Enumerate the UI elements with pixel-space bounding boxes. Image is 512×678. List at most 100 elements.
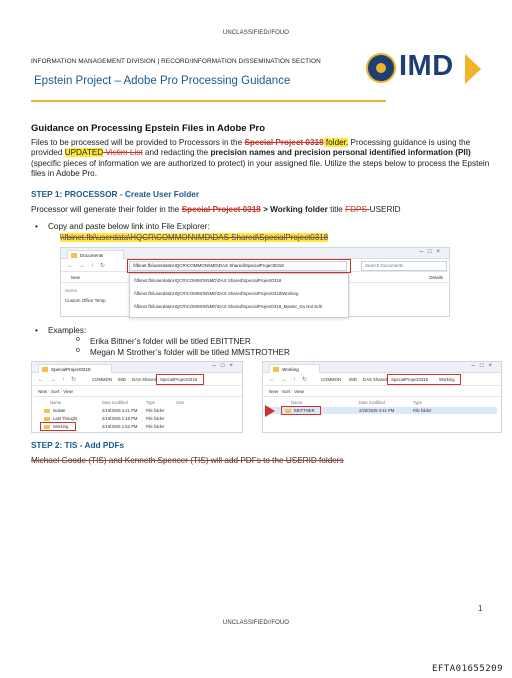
column-header[interactable]: Size [176,399,184,406]
address-suggestions: \\fbinet.fbi\userdata\HQCR\COMMON\IMD\DA… [129,273,349,318]
window-controls[interactable]: –□× [213,363,238,369]
step-2-text: Michael Goode (TIS) and Kenneth Spencer … [31,456,344,465]
working-folder-text: > Working folder [260,205,328,214]
column-header[interactable]: Name [291,399,302,406]
row-date: 2/19/2025 1:52 PM [102,424,138,429]
breadcrumb-item[interactable]: IMD [118,377,126,382]
column-header[interactable]: Name [50,399,61,406]
folder-word: folder. [323,138,349,147]
pii-text: precision names and precision personal i… [210,148,471,158]
page-number: 1 [478,604,483,613]
window-titlebar: SpecialProject0318 –□× [32,362,242,373]
new-button[interactable]: New [71,275,80,280]
folder-name: Special Project 0318 [181,205,261,214]
network-path-link[interactable]: \\fbinet.fbi\userdata\HQCR\COMMON\IMD\DA… [60,233,329,242]
window-titlebar: Documents –□× [61,248,449,259]
breadcrumb-item[interactable]: COMMON [92,377,112,382]
breadcrumb-item[interactable]: COMMON [321,377,341,382]
row-type: File folder [146,408,165,413]
intro-text: (specific pieces of information we are a… [31,158,490,179]
imd-logo: IMD [366,50,486,88]
classification-top: UNCLASSIFIED//FOUO [222,30,290,36]
userid-text: USERID [369,205,401,214]
highlight-box [156,374,204,385]
details-button[interactable]: Details [429,275,443,280]
highlight-box [127,259,351,273]
explorer-tab[interactable]: Documents [67,250,125,259]
row-name: Last Thought [53,416,78,421]
breadcrumb-item[interactable]: IMD [349,377,357,382]
window-titlebar: Working –□× [263,362,501,373]
document-id: EFTA01655209 [432,664,504,674]
row-name: Isolate [53,408,66,413]
nav-arrows-icon[interactable]: ←→↑↻ [269,376,313,383]
table-row[interactable]: Isolate 2/19/2025 4:41 PM File folder [36,407,238,414]
step-1-heading: STEP 1: PROCESSOR - Create User Folder [31,189,200,199]
toolbar-actions[interactable]: New · Sort · View [38,389,73,394]
suggestion-item[interactable]: \\fbinet.fbi\userdata\HQCR\COMMON\IMD\DA… [130,300,348,313]
highlight-box [281,406,321,415]
folder-icon [44,416,50,421]
folder-icon [44,408,50,413]
row-type: File folder [413,408,432,413]
row-type: File folder [146,424,165,429]
header-divider [31,100,386,102]
intro-paragraph: Files to be processed will be provided t… [31,138,491,180]
explorer-tab[interactable]: Working [269,364,320,373]
working-folder-screenshot: Working –□× ←→↑↻ COMMON IMD DAS Shared S… [262,361,502,433]
window-controls[interactable]: –□× [420,249,445,255]
column-header[interactable]: Date modified [359,399,385,406]
suggestion-item[interactable]: \\fbinet.fbi\userdata\HQCR\COMMON\IMD\DA… [130,287,348,300]
victim-list-text: Victim List [103,148,143,158]
logo-text: IMD [399,50,454,82]
explorer-tab[interactable]: SpecialProject0318 [38,364,112,373]
file-list: Name Custom Office Temp [65,288,125,303]
arrow-right-icon [265,405,275,417]
column-header[interactable]: Type [413,399,422,406]
search-input[interactable]: Search Documents [361,261,447,271]
column-header: Name [65,288,78,293]
highlight-box [387,374,461,385]
file-explorer-screenshot: Documents –□× ←→↑↻ \\fbinet.fbi\userdata… [60,247,450,318]
step-1-text-part: title [327,205,346,214]
example-item: Erika Bittner’s folder will be titled EB… [76,336,251,346]
table-row[interactable]: Last Thought 2/19/2025 1:48 PM File fold… [36,415,238,422]
row-date: 2/19/2025 1:48 PM [102,416,138,421]
updated-highlight: UPDATED [64,148,104,158]
column-headers: Name Date modified Type Size [36,399,238,406]
step-2-heading: STEP 2: TIS - Add PDFs [31,440,125,450]
chevron-right-icon [465,54,481,84]
highlight-box [40,422,76,431]
folder-name: Special Project 0318 [244,138,324,147]
nav-arrows-icon[interactable]: ←→↑↻ [38,376,82,383]
toolbar-actions[interactable]: New · Sort · View [269,389,304,394]
breadcrumb-item[interactable]: DAS Shared [363,377,387,382]
step-1-text: Processor will generate their folder in … [31,205,401,214]
step-1-text-part: Processor will generate their folder in … [31,205,182,214]
navigation-bar: ←→↑↻ COMMON IMD DAS Shared SpecialProjec… [263,373,501,386]
row-date: 2/19/2025 4:41 PM [102,408,138,413]
column-header[interactable]: Type [146,399,155,406]
window-controls[interactable]: –□× [472,363,497,369]
example-item: Megan M Strother’s folder will be titled… [76,347,290,357]
intro-text: Files to be processed will be provided t… [31,138,245,147]
nav-arrows-icon[interactable]: ←→↑↻ [67,262,111,269]
seal-icon [366,53,396,83]
intro-text: and redacting the [142,148,211,158]
breadcrumb-item[interactable]: DAS Shared [132,377,156,382]
division-header: INFORMATION MANAGEMENT DIVISION | RECORD… [31,58,321,65]
explorer-toolbar: New · Sort · View [32,386,242,397]
copy-instruction: Copy and paste below link into File Expl… [35,222,210,231]
row-date: 2/20/2025 3:41 PM [359,408,395,413]
suggestion-item[interactable]: \\fbinet.fbi\userdata\HQCR\COMMON\IMD\DA… [130,274,348,287]
examples-label: Examples: [35,326,86,335]
fdps-prefix: FDPS- [345,205,370,214]
row-type: File folder [146,416,165,421]
list-item[interactable]: Custom Office Temp [65,298,125,303]
special-project-folder-screenshot: SpecialProject0318 –□× ←→↑↻ COMMON IMD D… [31,361,243,433]
column-header[interactable]: Date modified [102,399,128,406]
navigation-bar: ←→↑↻ COMMON IMD DAS Shared SpecialProjec… [32,373,242,386]
classification-bottom: UNCLASSIFIED//FOUO [222,620,290,626]
document-subtitle: Epstein Project – Adobe Pro Processing G… [34,75,291,87]
column-headers: Name Date modified Type [267,399,497,406]
